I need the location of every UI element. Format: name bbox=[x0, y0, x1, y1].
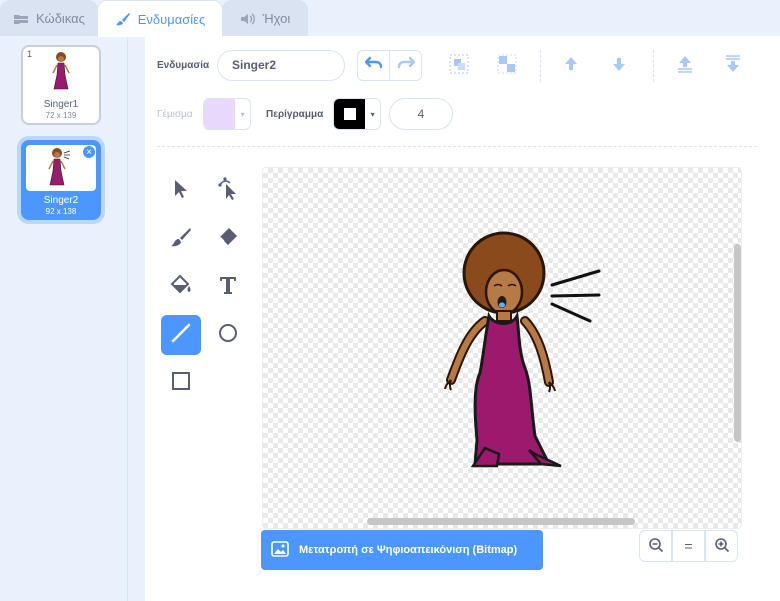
singer-drawing bbox=[444, 231, 601, 468]
speaker-icon bbox=[240, 12, 256, 26]
select-tool[interactable] bbox=[161, 171, 201, 211]
circle-icon bbox=[217, 322, 239, 349]
arrow-to-front-icon bbox=[674, 54, 696, 79]
rectangle-tool[interactable] bbox=[161, 363, 201, 403]
chevron-down-icon: ▾ bbox=[240, 109, 245, 119]
costume-list: 1 Singer1 72 x 139 2 × Singer2 92 x 138 bbox=[0, 36, 128, 601]
arrow-up-icon bbox=[561, 54, 581, 79]
code-icon bbox=[13, 12, 29, 26]
zoom-reset-button[interactable]: = bbox=[672, 530, 705, 562]
costume-thumbnail bbox=[23, 51, 99, 97]
costume-item-singer1[interactable]: 1 Singer1 72 x 139 bbox=[21, 45, 101, 125]
backward-button[interactable] bbox=[605, 52, 633, 80]
brush-icon bbox=[115, 12, 131, 26]
brush-tool[interactable] bbox=[161, 219, 201, 259]
arrow-pointer-icon bbox=[172, 178, 190, 205]
brush-icon bbox=[170, 226, 192, 253]
back-button[interactable] bbox=[719, 52, 747, 80]
zoom-in-icon bbox=[714, 537, 730, 556]
tab-costumes[interactable]: Ενδυμασίες bbox=[97, 0, 223, 37]
image-icon bbox=[271, 540, 289, 560]
ungroup-icon bbox=[496, 53, 518, 80]
convert-to-bitmap-button[interactable]: Μετατροπή σε Ψηφιοαπεικόνιση (Bitmap) bbox=[261, 530, 543, 570]
group-icon bbox=[448, 53, 470, 80]
tab-costumes-label: Ενδυμασίες bbox=[137, 11, 206, 27]
circle-tool[interactable] bbox=[208, 315, 248, 355]
undo-icon bbox=[364, 56, 383, 75]
costume-name: Singer2 bbox=[43, 195, 79, 206]
tab-code-label: Κώδικας bbox=[36, 11, 85, 26]
arrow-down-icon bbox=[609, 54, 629, 79]
line-tool[interactable] bbox=[161, 315, 201, 355]
eraser-icon bbox=[217, 226, 239, 253]
costume-name-input[interactable]: Singer2 bbox=[217, 50, 345, 81]
text-tool[interactable] bbox=[208, 267, 248, 307]
delete-costume-button[interactable]: × bbox=[82, 145, 96, 159]
arrow-to-back-icon bbox=[722, 54, 744, 79]
reshape-tool[interactable] bbox=[208, 171, 248, 211]
costume-size: 72 x 139 bbox=[45, 111, 77, 120]
front-button[interactable] bbox=[671, 52, 699, 80]
tab-sounds[interactable]: Ήχοι bbox=[222, 0, 308, 36]
outline-swatch bbox=[334, 99, 366, 129]
outline-label: Περίγραμμα bbox=[266, 109, 324, 120]
convert-to-bitmap-label: Μετατροπή σε Ψηφιοαπεικόνιση (Bitmap) bbox=[299, 544, 518, 556]
ungroup-button[interactable] bbox=[493, 52, 521, 80]
paint-bucket-icon bbox=[169, 274, 193, 301]
outline-color-picker[interactable]: ▾ bbox=[333, 98, 381, 130]
costume-size: 92 x 138 bbox=[45, 207, 77, 216]
eraser-tool[interactable] bbox=[208, 219, 248, 259]
costume-name: Singer1 bbox=[43, 99, 79, 110]
costume-item-singer2[interactable]: 2 × Singer2 92 x 138 bbox=[21, 140, 101, 220]
drawing-canvas[interactable] bbox=[262, 167, 742, 529]
chevron-down-icon: ▾ bbox=[370, 109, 375, 119]
fill-swatch bbox=[204, 99, 236, 129]
zoom-out-button[interactable] bbox=[639, 530, 672, 562]
tab-bar: Κώδικας Ενδυμασίες Ήχοι bbox=[0, 0, 780, 37]
tab-sounds-label: Ήχοι bbox=[262, 11, 291, 26]
text-icon bbox=[218, 275, 238, 300]
fill-label: Γέμισμα bbox=[157, 109, 193, 120]
vertical-scrollbar[interactable] bbox=[734, 244, 741, 442]
costume-name-label: Ενδυμασία bbox=[157, 60, 210, 71]
redo-button[interactable] bbox=[389, 50, 422, 81]
reshape-icon bbox=[217, 176, 239, 206]
fill-tool[interactable] bbox=[161, 267, 201, 307]
horizontal-scrollbar[interactable] bbox=[367, 518, 635, 525]
fill-color-picker[interactable]: ▾ bbox=[203, 98, 251, 130]
outline-width-input[interactable]: 4 bbox=[389, 98, 453, 130]
paint-editor: Ενδυμασία Singer2 Γέμισμα ▾ Περίγραμμα ▾… bbox=[145, 36, 780, 601]
undo-button[interactable] bbox=[357, 50, 390, 81]
tab-code[interactable]: Κώδικας bbox=[0, 0, 98, 36]
line-icon bbox=[170, 322, 192, 349]
zoom-in-button[interactable] bbox=[705, 530, 738, 562]
group-button[interactable] bbox=[445, 52, 473, 80]
redo-icon bbox=[397, 56, 415, 75]
rectangle-icon bbox=[170, 370, 192, 397]
forward-button[interactable] bbox=[557, 52, 585, 80]
zoom-out-icon bbox=[648, 537, 664, 556]
